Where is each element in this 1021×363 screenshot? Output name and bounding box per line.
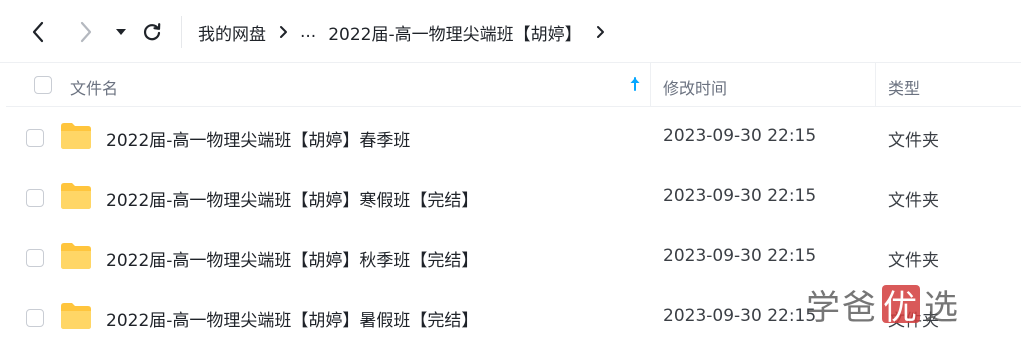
column-header-name[interactable]: 文件名 bbox=[70, 75, 118, 99]
back-button[interactable] bbox=[24, 18, 52, 46]
forward-arrow-icon bbox=[80, 21, 92, 43]
chevron-right-icon bbox=[596, 25, 605, 39]
chevron-right-icon bbox=[279, 25, 288, 39]
modified-time: 2023-09-30 22:15 bbox=[663, 306, 817, 326]
column-header-modified[interactable]: 修改时间 bbox=[663, 75, 727, 99]
history-dropdown-button[interactable] bbox=[107, 18, 135, 46]
watermark-logo: 学爸 优 选 bbox=[806, 282, 960, 328]
file-name[interactable]: 2022届-高一物理尖端班【胡婷】暑假班【完结】 bbox=[106, 306, 478, 331]
folder-icon bbox=[61, 303, 91, 329]
column-header-type[interactable]: 类型 bbox=[888, 75, 920, 99]
select-all-checkbox[interactable] bbox=[34, 76, 52, 94]
table-row[interactable]: 2022届-高一物理尖端班【胡婷】寒假班【完结】 2023-09-30 22:1… bbox=[6, 168, 1021, 228]
column-divider[interactable] bbox=[650, 63, 651, 107]
file-name[interactable]: 2022届-高一物理尖端班【胡婷】春季班 bbox=[106, 126, 410, 151]
breadcrumb-current[interactable]: 2022届-高一物理尖端班【胡婷】 bbox=[328, 20, 581, 45]
dropdown-caret-icon bbox=[116, 29, 126, 35]
toolbar: 我的网盘 ... 2022届-高一物理尖端班【胡婷】 bbox=[0, 0, 1021, 63]
forward-button[interactable] bbox=[72, 18, 100, 46]
file-name[interactable]: 2022届-高一物理尖端班【胡婷】寒假班【完结】 bbox=[106, 186, 478, 211]
table-header: 文件名 修改时间 类型 bbox=[6, 63, 1021, 107]
file-type: 文件夹 bbox=[888, 191, 939, 211]
modified-time: 2023-09-30 22:15 bbox=[663, 246, 817, 266]
breadcrumb: 我的网盘 ... 2022届-高一物理尖端班【胡婷】 bbox=[198, 19, 617, 45]
row-checkbox[interactable] bbox=[26, 309, 44, 327]
row-checkbox[interactable] bbox=[26, 189, 44, 207]
watermark-badge: 优 bbox=[882, 285, 920, 328]
modified-time: 2023-09-30 22:15 bbox=[663, 186, 817, 206]
breadcrumb-root[interactable]: 我的网盘 bbox=[198, 20, 266, 45]
breadcrumb-ellipsis[interactable]: ... bbox=[300, 22, 316, 42]
watermark-text: 学爸 bbox=[806, 287, 878, 328]
sort-ascending-icon[interactable] bbox=[628, 76, 642, 92]
back-arrow-icon bbox=[32, 21, 44, 43]
watermark-text: 选 bbox=[924, 287, 960, 328]
row-checkbox[interactable] bbox=[26, 249, 44, 267]
folder-icon bbox=[61, 183, 91, 209]
column-divider[interactable] bbox=[875, 63, 876, 107]
file-name[interactable]: 2022届-高一物理尖端班【胡婷】秋季班【完结】 bbox=[106, 246, 478, 271]
folder-icon bbox=[61, 123, 91, 149]
toolbar-divider bbox=[181, 16, 182, 48]
folder-icon bbox=[61, 243, 91, 269]
file-type: 文件夹 bbox=[888, 131, 939, 151]
refresh-button[interactable] bbox=[138, 18, 166, 46]
row-checkbox[interactable] bbox=[26, 129, 44, 147]
file-type: 文件夹 bbox=[888, 251, 939, 271]
table-row[interactable]: 2022届-高一物理尖端班【胡婷】春季班 2023-09-30 22:15 文件… bbox=[6, 108, 1021, 168]
modified-time: 2023-09-30 22:15 bbox=[663, 126, 817, 146]
refresh-icon bbox=[143, 23, 161, 41]
